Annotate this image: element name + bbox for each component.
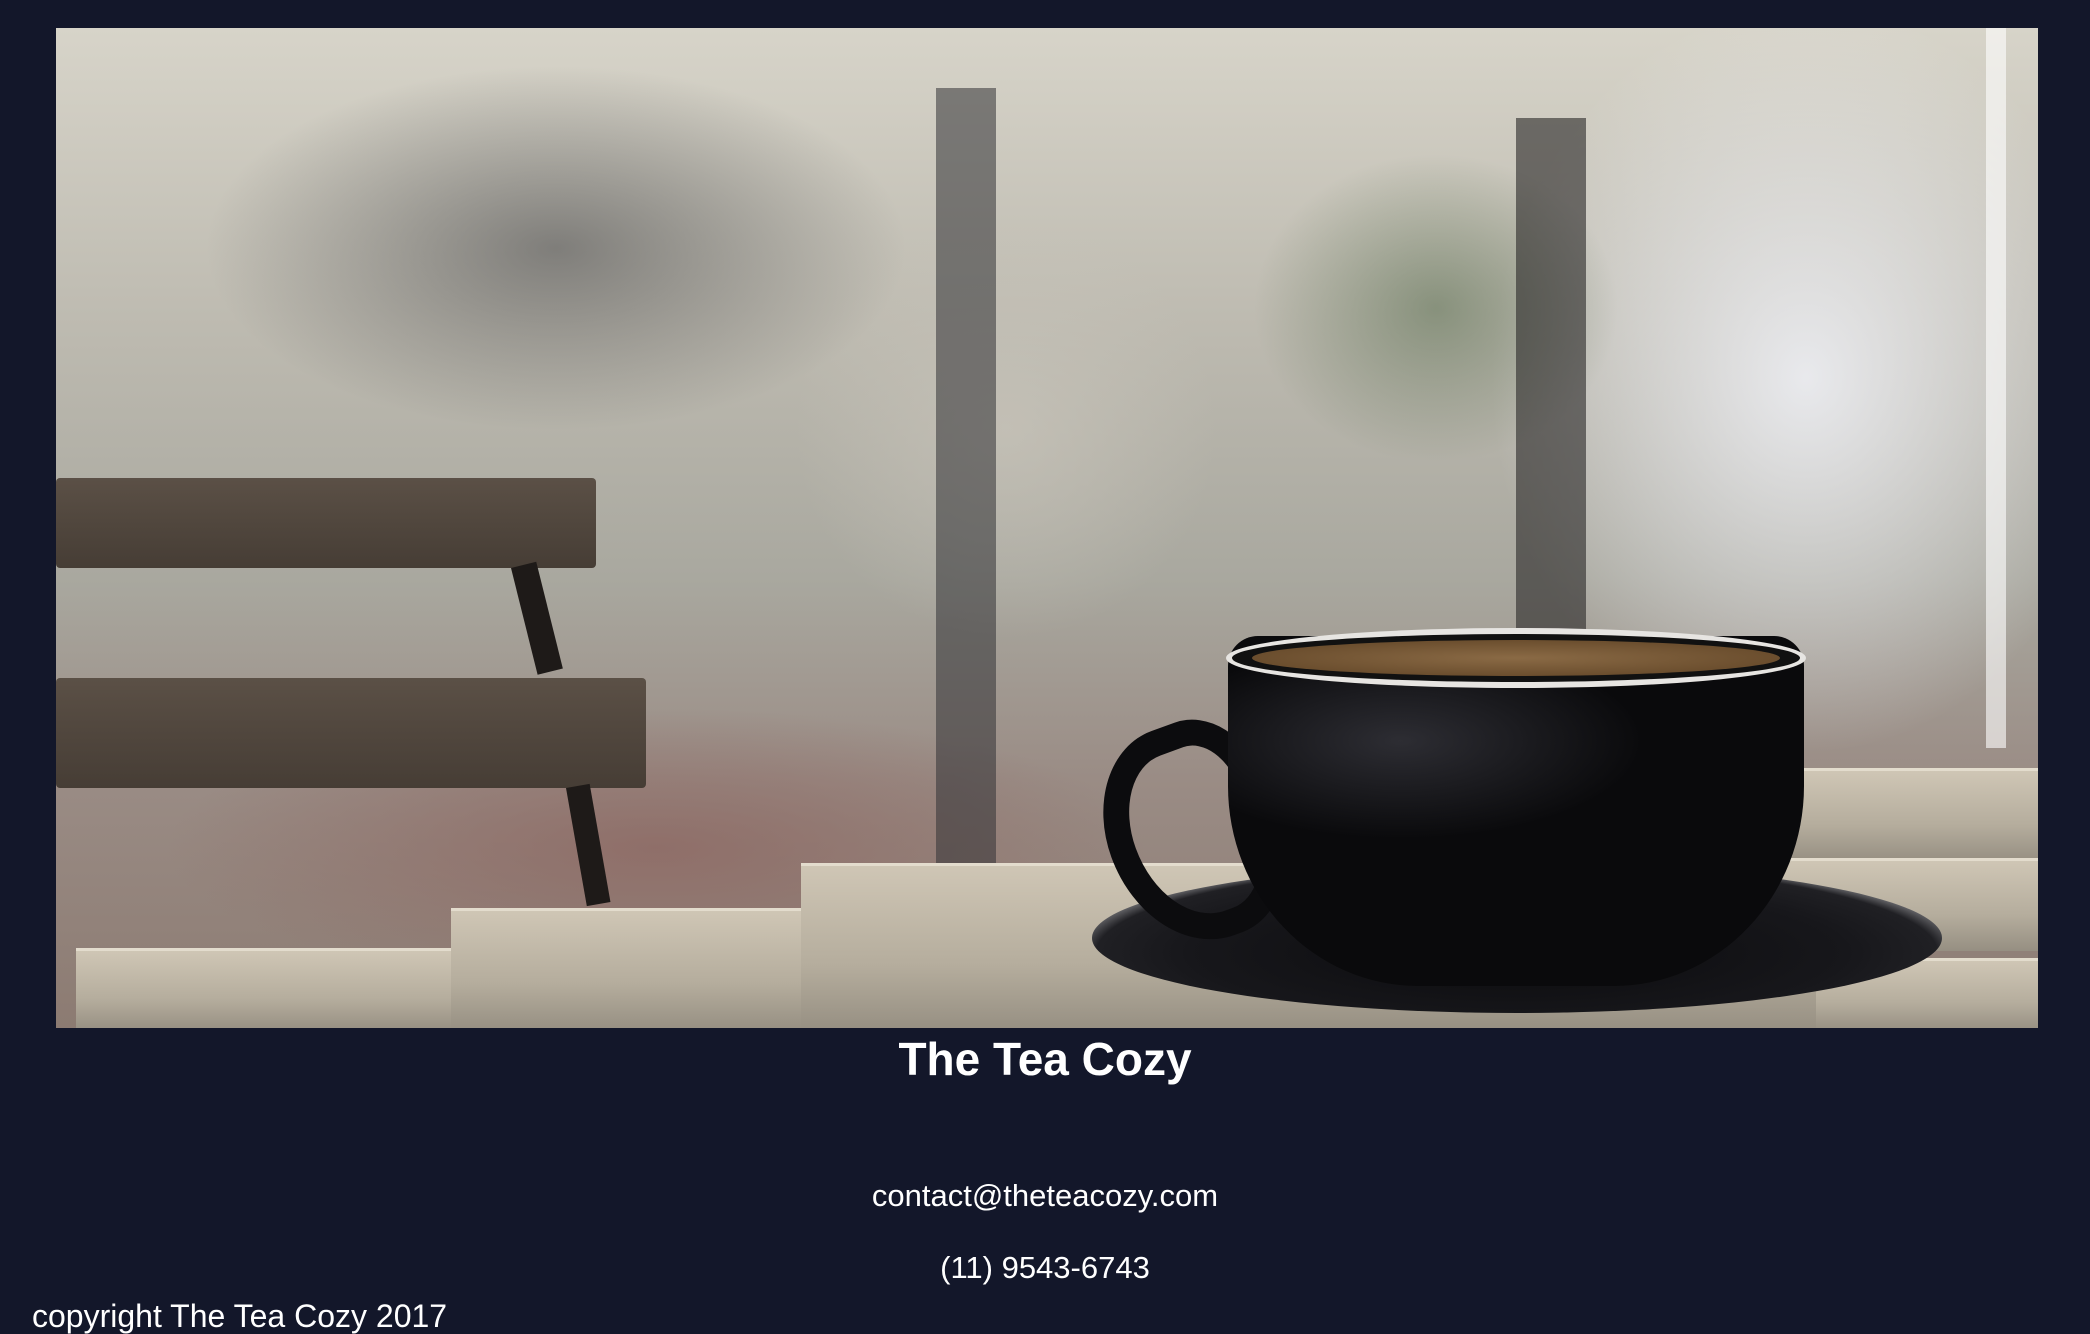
page-title: The Tea Cozy bbox=[898, 1033, 1192, 1085]
hero-image bbox=[56, 28, 2038, 1028]
page: The Tea Cozy contact@theteacozy.com (11)… bbox=[0, 0, 2090, 1334]
background-post bbox=[936, 88, 996, 868]
table-slat bbox=[76, 948, 516, 1028]
tea-surface bbox=[1252, 640, 1780, 676]
bench-slat bbox=[56, 478, 596, 568]
contact-phone: (11) 9543-6743 bbox=[940, 1250, 1150, 1285]
cup bbox=[1228, 636, 1804, 986]
bench-slat bbox=[56, 678, 646, 788]
footer-copyright: copyright The Tea Cozy 2017 bbox=[32, 1298, 448, 1334]
background-post bbox=[1986, 28, 2006, 748]
contact-email: contact@theteacozy.com bbox=[871, 1178, 1219, 1213]
